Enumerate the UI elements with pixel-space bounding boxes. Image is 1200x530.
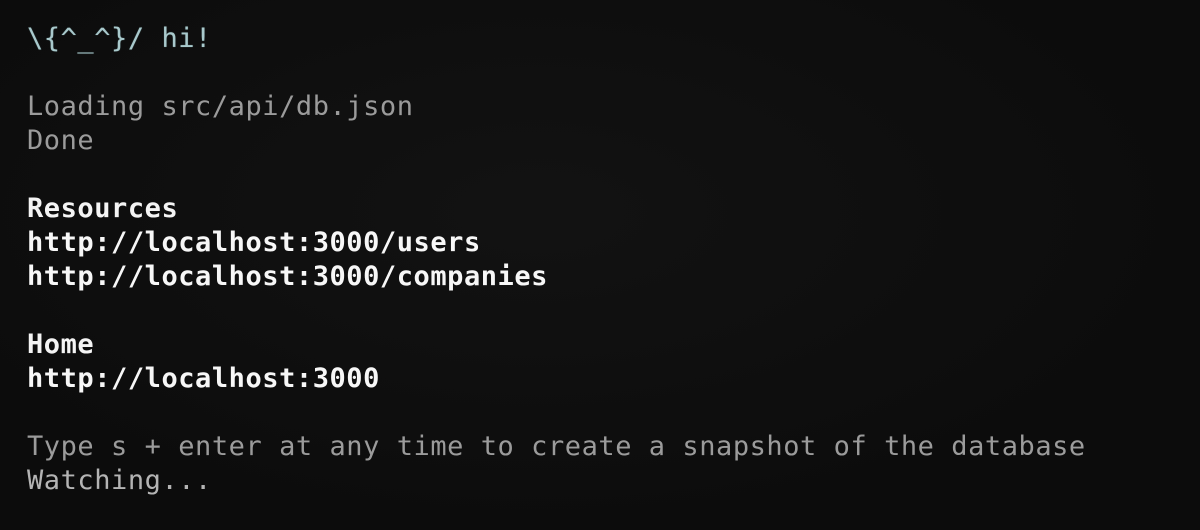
terminal-line-snapshot-hint: Type s + enter at any time to create a s… (27, 431, 1086, 462)
terminal-line-resource-companies: http://localhost:3000/companies (27, 261, 548, 292)
terminal-window[interactable]: \{^_^}/ hi! Loading src/api/db.json Done Re… (0, 0, 1200, 530)
terminal-line-spacer-3 (27, 294, 1200, 328)
terminal-line-loading-done: Done (27, 125, 95, 156)
terminal-line-spacer-1 (27, 56, 1200, 90)
terminal-line-home-heading: Home (27, 329, 95, 360)
terminal-line-spacer-2 (27, 158, 1200, 192)
terminal-line-resources-heading: Resources (27, 193, 179, 224)
terminal-line-loading-db: Loading src/api/db.json (27, 91, 414, 122)
terminal-line-spacer-4 (27, 396, 1200, 430)
terminal-line-watching-status: Watching... (27, 465, 212, 496)
terminal-line-resource-users: http://localhost:3000/users (27, 227, 481, 258)
terminal-line-greeting: \{^_^}/ hi! (27, 23, 212, 54)
terminal-line-home-url: http://localhost:3000 (27, 363, 380, 394)
